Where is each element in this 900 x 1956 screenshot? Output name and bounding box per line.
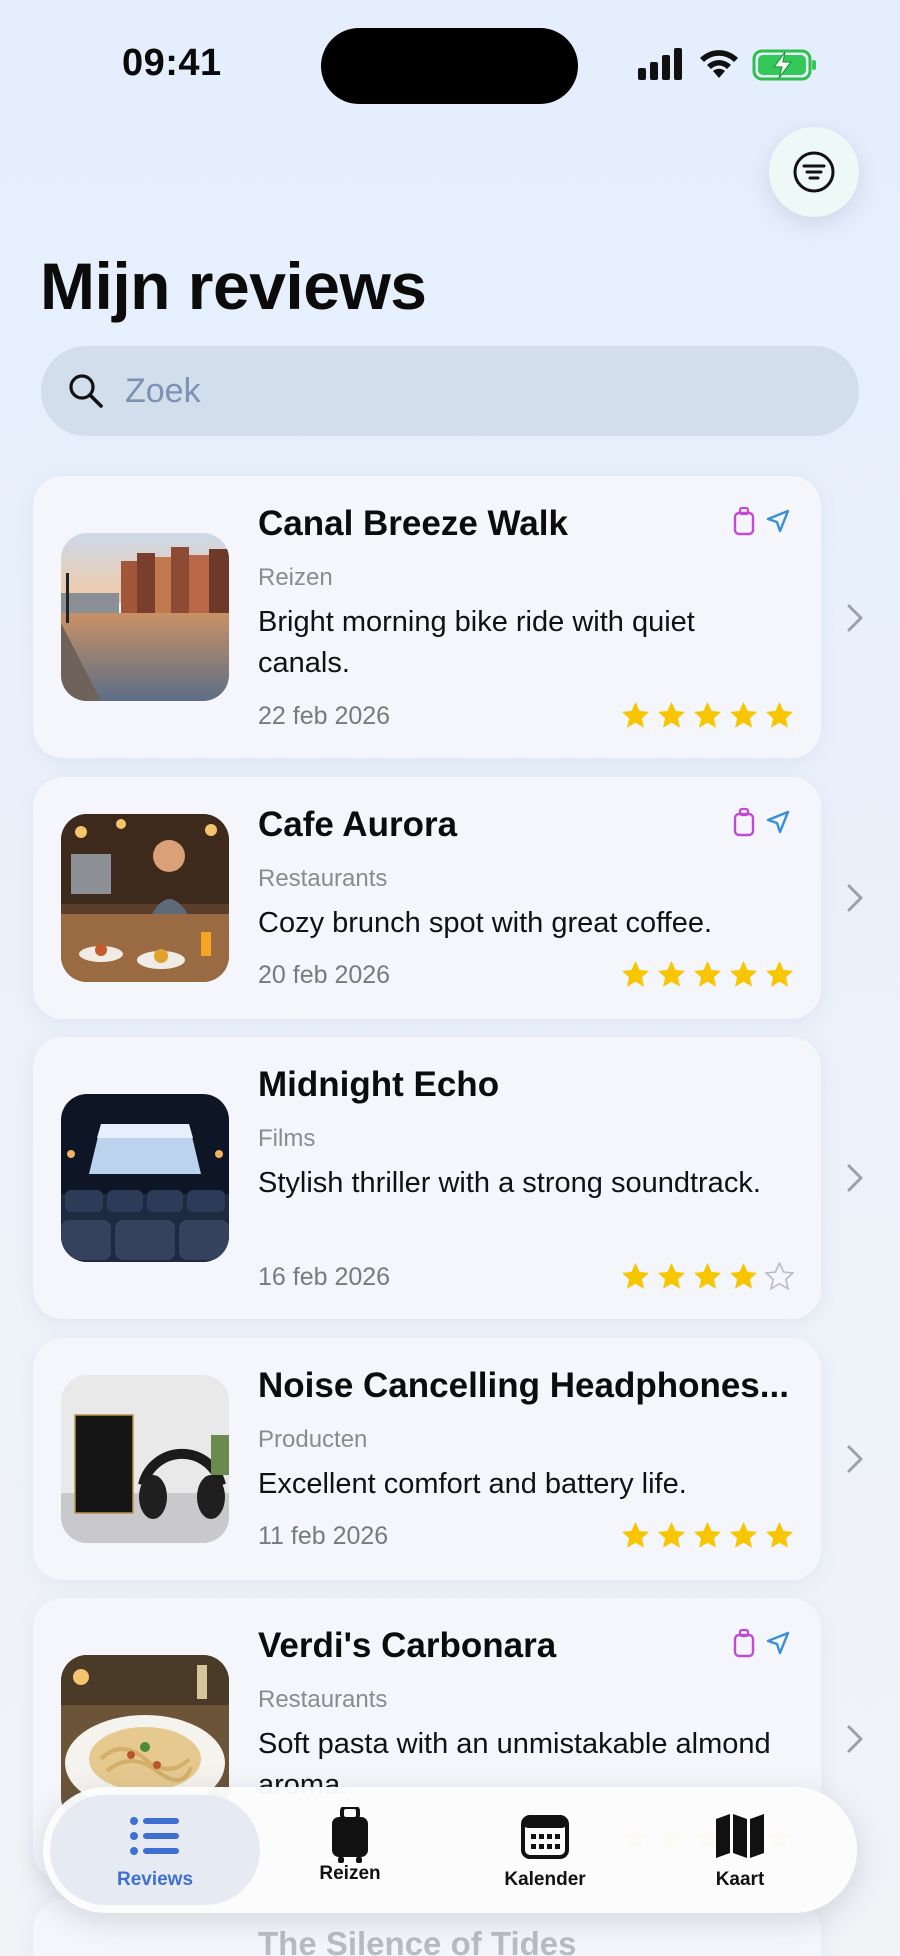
dynamic-island bbox=[321, 28, 578, 104]
review-category: Reizen bbox=[258, 564, 333, 591]
star-filled-icon bbox=[730, 961, 757, 987]
review-badges bbox=[733, 1628, 791, 1658]
tab-label: Reviews bbox=[116, 1869, 194, 1890]
page-title: Mijn reviews bbox=[40, 249, 427, 323]
location-arrow-icon bbox=[766, 810, 790, 834]
chevron-right-icon[interactable] bbox=[846, 1444, 864, 1474]
review-thumbnail bbox=[61, 1375, 229, 1543]
star-filled-icon bbox=[694, 702, 721, 728]
tab-kalender[interactable]: Kalender bbox=[440, 1795, 650, 1905]
filter-button[interactable] bbox=[769, 127, 859, 217]
review-category: Producten bbox=[258, 1426, 368, 1453]
review-thumbnail bbox=[61, 1094, 229, 1262]
review-thumbnail bbox=[61, 814, 229, 982]
search-icon bbox=[69, 374, 103, 408]
battery-charging-icon bbox=[752, 49, 816, 81]
review-text: Bright morning bike ride with quiet cana… bbox=[258, 606, 695, 679]
review-thumbnail bbox=[61, 533, 229, 701]
review-card[interactable]: Canal Breeze Walk Reizen Bright morning … bbox=[33, 476, 821, 758]
list-icon bbox=[130, 1817, 179, 1855]
review-rating bbox=[621, 1262, 794, 1291]
star-filled-icon bbox=[658, 702, 685, 728]
tab-bar: Reviews Reizen Kalender Kaart bbox=[43, 1787, 857, 1913]
star-filled-icon bbox=[658, 1522, 685, 1548]
chevron-right-icon[interactable] bbox=[846, 1163, 864, 1193]
review-date: 22 feb 2026 bbox=[258, 702, 391, 730]
review-category: Restaurants bbox=[258, 1686, 388, 1713]
star-empty-icon bbox=[765, 1262, 794, 1291]
star-filled-icon bbox=[622, 702, 649, 728]
status-bar: 09:41 bbox=[0, 0, 900, 130]
review-title: Midnight Echo bbox=[258, 1065, 500, 1104]
luggage-icon bbox=[733, 1628, 755, 1658]
filter-icon bbox=[793, 151, 835, 193]
review-title: Canal Breeze Walk bbox=[258, 504, 568, 543]
review-card[interactable]: Noise Cancelling Headphones... Producten… bbox=[33, 1338, 821, 1580]
calendar-icon bbox=[521, 1815, 569, 1859]
review-text: Cozy brunch spot with great coffee. bbox=[258, 907, 713, 939]
location-arrow-icon bbox=[766, 1631, 790, 1655]
review-card[interactable]: Midnight Echo Films Stylish thriller wit… bbox=[33, 1037, 821, 1319]
search-input[interactable] bbox=[125, 371, 805, 411]
star-filled-icon bbox=[658, 1263, 685, 1289]
review-title: The Silence of Tides bbox=[258, 1925, 577, 1956]
star-filled-icon bbox=[622, 1522, 649, 1548]
review-date: 11 feb 2026 bbox=[258, 1522, 389, 1550]
tab-reizen[interactable]: Reizen bbox=[245, 1795, 455, 1905]
star-filled-icon bbox=[766, 961, 793, 987]
review-category: Films bbox=[258, 1125, 316, 1152]
star-filled-icon bbox=[622, 961, 649, 987]
wifi-icon bbox=[700, 50, 738, 78]
chevron-right-icon[interactable] bbox=[846, 603, 864, 633]
chevron-right-icon[interactable] bbox=[846, 883, 864, 913]
review-title: Noise Cancelling Headphones... bbox=[258, 1366, 789, 1405]
review-badges bbox=[733, 807, 791, 837]
cellular-signal-icon bbox=[638, 48, 682, 80]
review-title: Verdi's Carbonara bbox=[258, 1626, 557, 1665]
status-time: 09:41 bbox=[122, 42, 222, 84]
review-rating bbox=[621, 960, 794, 989]
star-filled-icon bbox=[694, 1522, 721, 1548]
star-filled-icon bbox=[766, 1522, 793, 1548]
star-filled-icon bbox=[694, 1263, 721, 1289]
star-filled-icon bbox=[730, 702, 757, 728]
star-filled-icon bbox=[730, 1522, 757, 1548]
search-bar[interactable] bbox=[41, 346, 859, 436]
review-badges bbox=[733, 506, 791, 536]
tab-label: Kalender bbox=[504, 1869, 586, 1890]
tab-label: Reizen bbox=[319, 1863, 381, 1884]
review-date: 16 feb 2026 bbox=[258, 1263, 391, 1291]
chevron-right-icon[interactable] bbox=[846, 1724, 864, 1754]
luggage-icon bbox=[733, 807, 755, 837]
luggage-icon bbox=[332, 1807, 368, 1863]
star-filled-icon bbox=[730, 1263, 757, 1289]
star-filled-icon bbox=[658, 961, 685, 987]
star-filled-icon bbox=[622, 1263, 649, 1289]
tab-kaart[interactable]: Kaart bbox=[635, 1795, 845, 1905]
review-rating bbox=[621, 1521, 794, 1550]
review-date: 20 feb 2026 bbox=[258, 961, 391, 989]
review-rating bbox=[621, 701, 794, 730]
tab-reviews[interactable]: Reviews bbox=[50, 1795, 260, 1905]
review-title: Cafe Aurora bbox=[258, 805, 458, 844]
star-filled-icon bbox=[694, 961, 721, 987]
review-card[interactable]: Cafe Aurora Restaurants Cozy brunch spot… bbox=[33, 777, 821, 1019]
star-filled-icon bbox=[766, 702, 793, 728]
luggage-icon bbox=[733, 506, 755, 536]
location-arrow-icon bbox=[766, 509, 790, 533]
map-icon bbox=[716, 1814, 764, 1858]
tab-label: Kaart bbox=[715, 1869, 765, 1890]
review-text: Excellent comfort and battery life. bbox=[258, 1468, 687, 1500]
review-category: Restaurants bbox=[258, 865, 388, 892]
review-text: Stylish thriller with a strong soundtrac… bbox=[258, 1167, 761, 1199]
